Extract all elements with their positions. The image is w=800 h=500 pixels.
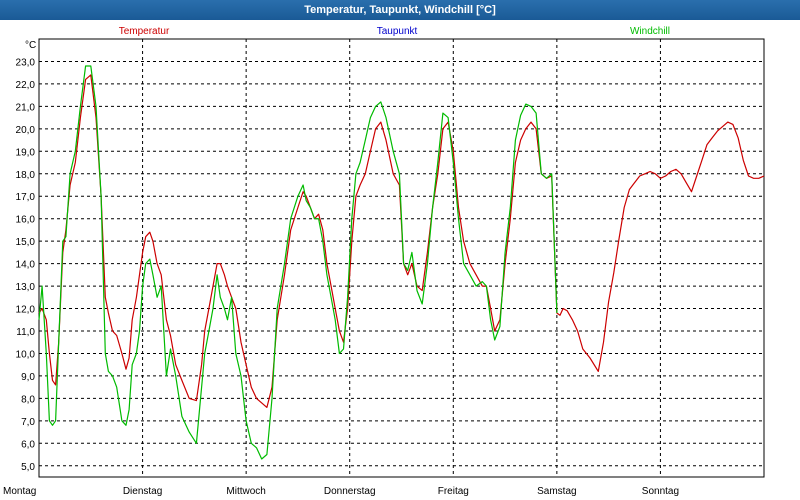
x-tick-day-name: Sonntag bbox=[642, 486, 679, 497]
chart-window: Temperatur, Taupunkt, Windchill [°C] 5,0… bbox=[0, 0, 800, 500]
y-tick-label: 13,0 bbox=[16, 282, 36, 293]
y-tick-label: 11,0 bbox=[16, 327, 35, 338]
x-tick-day-name: Dienstag bbox=[123, 486, 162, 497]
legend: Temperatur Taupunkt Windchill bbox=[119, 26, 670, 37]
y-tick-label: 22,0 bbox=[16, 80, 36, 91]
y-tick-label: 8,0 bbox=[21, 394, 35, 405]
y-axis-ticks: 5,0 6,0 7,0 8,0 9,0 10,0 11,0 12,0 13,0 14,0 15,0 1… bbox=[16, 57, 36, 472]
y-axis-label: °C bbox=[25, 40, 36, 51]
y-tick-label: 23,0 bbox=[16, 57, 36, 68]
x-axis-ticks: Montag18.05.15Dienstag19.05.15Mittwoch20… bbox=[3, 486, 679, 497]
legend-temperatur: Temperatur bbox=[119, 26, 170, 37]
x-tick-day-name: Freitag bbox=[438, 486, 469, 497]
y-tick-label: 17,0 bbox=[16, 192, 36, 203]
legend-windchill: Windchill bbox=[630, 26, 670, 37]
x-tick-day-name: Donnerstag bbox=[324, 486, 376, 497]
temperature-chart: 5,0 6,0 7,0 8,0 9,0 10,0 11,0 12,0 13,0 14,0 15,0 1… bbox=[3, 26, 765, 497]
y-tick-label: 10,0 bbox=[16, 349, 36, 360]
y-tick-label: 16,0 bbox=[16, 215, 36, 226]
plot-area bbox=[38, 38, 765, 478]
legend-taupunkt: Taupunkt bbox=[377, 26, 418, 37]
y-tick-label: 21,0 bbox=[16, 102, 36, 113]
window-title: Temperatur, Taupunkt, Windchill [°C] bbox=[0, 0, 800, 20]
y-tick-label: 18,0 bbox=[16, 170, 36, 181]
x-tick-day-name: Mittwoch bbox=[226, 486, 265, 497]
y-tick-label: 12,0 bbox=[16, 305, 36, 316]
y-tick-label: 5,0 bbox=[21, 462, 35, 473]
y-tick-label: 6,0 bbox=[21, 439, 35, 450]
x-tick-day-name: Samstag bbox=[537, 486, 576, 497]
y-tick-label: 14,0 bbox=[16, 260, 36, 271]
y-tick-label: 9,0 bbox=[21, 372, 35, 383]
x-tick-day-name: Montag bbox=[3, 486, 36, 497]
y-tick-label: 7,0 bbox=[21, 417, 35, 428]
y-tick-label: 19,0 bbox=[16, 147, 36, 158]
y-tick-label: 20,0 bbox=[16, 125, 36, 136]
y-tick-label: 15,0 bbox=[16, 237, 36, 248]
